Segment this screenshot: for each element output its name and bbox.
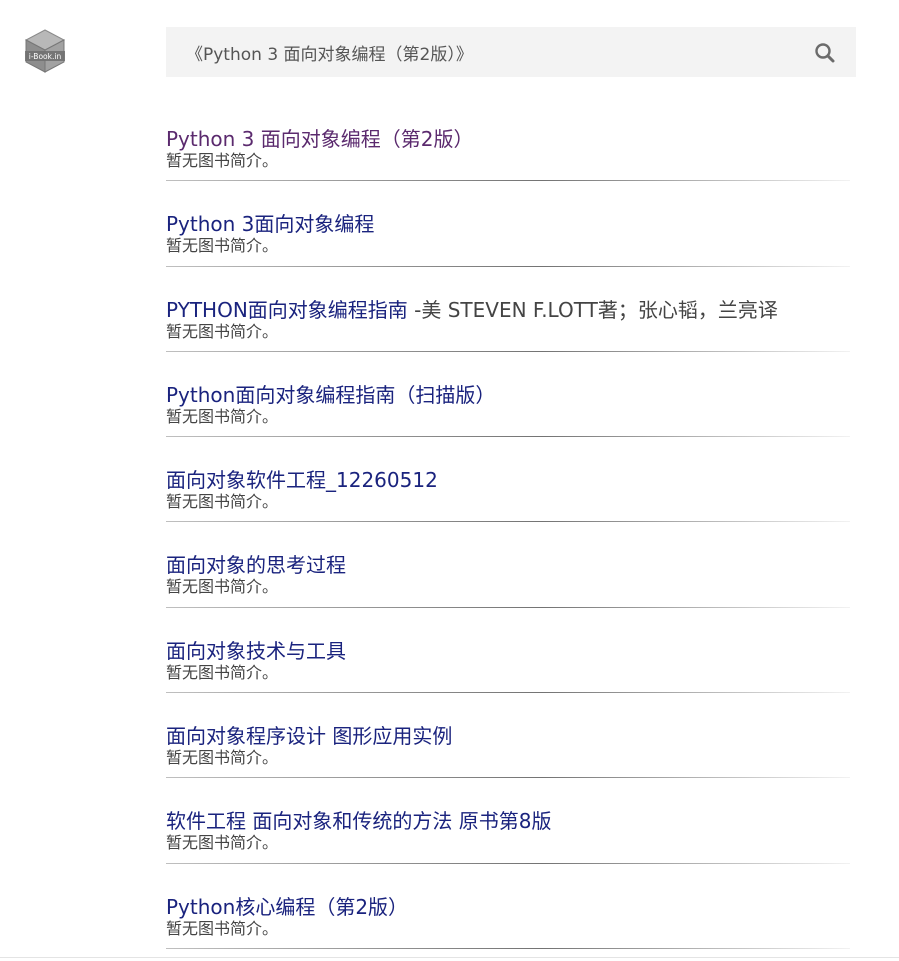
result-title-link[interactable]: Python 3面向对象编程 [166,211,374,237]
result-title: 面向对象技术与工具 [166,638,346,663]
result-title: 面向对象的思考过程 [166,553,346,578]
result-description: 暂无图书简介。 [166,406,279,426]
result-description: 暂无图书简介。 [166,662,279,682]
result-title-link[interactable]: Python面向对象编程指南（扫描版） [166,382,495,408]
result-title: Python 3 面向对象编程（第2版） [166,127,474,151]
result-title: 面向对象程序设计 图形应用实例 [166,724,453,749]
result-description: 暂无图书简介。 [166,492,279,512]
site-logo[interactable]: i-Book.in [24,28,66,74]
search-input[interactable] [166,27,796,77]
result-title: Python面向对象编程指南（扫描版） [166,382,496,407]
result-title-link[interactable]: 面向对象软件工程_12260512 [166,467,438,493]
result-title: PYTHON面向对象编程指南 [166,297,408,322]
result-title: 面向对象软件工程_12260512 [166,468,438,493]
result-title: Python 3面向对象编程 [166,212,375,237]
result-description: 暂无图书简介。 [166,321,279,341]
result-title-link[interactable]: 面向对象技术与工具 [166,638,346,664]
result-title-link[interactable]: 面向对象的思考过程 [166,552,346,578]
result-title-link[interactable]: PYTHON面向对象编程指南 -美 STEVEN F.LOTT著；张心韬，兰亮译 [166,297,778,323]
result-title: 软件工程 面向对象和传统的方法 原书第8版 [166,809,552,834]
result-description: 暂无图书简介。 [166,833,279,853]
result-description: 暂无图书简介。 [166,151,279,170]
result-item: Python核心编程（第2版） 暂无图书简介。 [166,864,850,950]
result-item: PYTHON面向对象编程指南 -美 STEVEN F.LOTT著；张心韬，兰亮译… [166,267,850,353]
result-item: Python 3 面向对象编程（第2版） 暂无图书简介。 [166,96,850,182]
result-title: Python核心编程（第2版） [166,894,409,919]
result-item: 面向对象的思考过程 暂无图书简介。 [166,522,850,609]
result-title-link[interactable]: 面向对象程序设计 图形应用实例 [166,723,452,749]
cube-logo-icon: i-Book.in [24,29,66,73]
logo-text: i-Book.in [29,52,62,61]
search-results: Python 3 面向对象编程（第2版） 暂无图书简介。 Python 3面向对… [166,96,850,950]
result-title-link[interactable]: Python核心编程（第2版） [166,894,408,920]
result-item: Python 3面向对象编程 暂无图书简介。 [166,181,850,267]
result-item: 面向对象软件工程_12260512 暂无图书简介。 [166,437,850,523]
result-item: Python面向对象编程指南（扫描版） 暂无图书简介。 [166,352,850,438]
search-icon [815,43,835,63]
result-item: 软件工程 面向对象和传统的方法 原书第8版 暂无图书简介。 [166,778,850,864]
result-description: 暂无图书简介。 [166,918,279,938]
result-description: 暂无图书简介。 [166,577,279,597]
search-button[interactable] [814,42,836,64]
result-item: 面向对象技术与工具 暂无图书简介。 [166,608,850,694]
page-bottom-divider [0,957,899,958]
result-author: -美 STEVEN F.LOTT著；张心韬，兰亮译 [407,297,778,322]
result-description: 暂无图书简介。 [166,748,279,768]
result-title-link[interactable]: 软件工程 面向对象和传统的方法 原书第8版 [166,808,551,834]
result-description: 暂无图书简介。 [166,236,279,256]
result-item: 面向对象程序设计 图形应用实例 暂无图书简介。 [166,693,850,779]
search-bar [166,27,856,77]
result-title-link[interactable]: Python 3 面向对象编程（第2版） [166,126,474,152]
